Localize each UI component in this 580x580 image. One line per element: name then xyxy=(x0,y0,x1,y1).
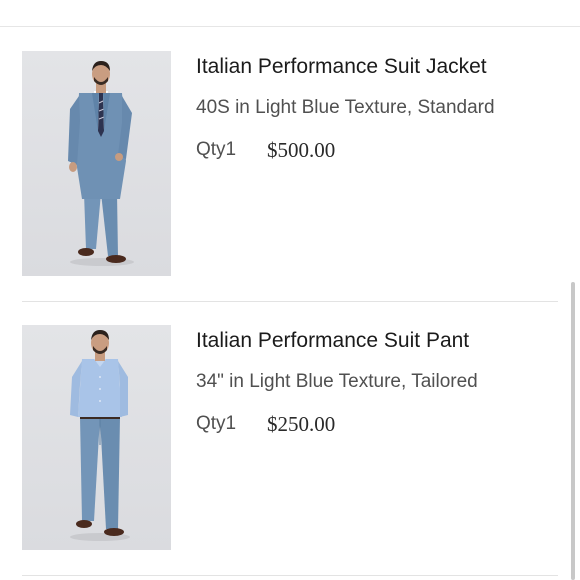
item-divider xyxy=(22,301,558,302)
suit-jacket-photo-icon xyxy=(68,61,134,266)
product-title[interactable]: Italian Performance Suit Jacket xyxy=(196,55,487,79)
product-variant: 34" in Light Blue Texture, Tailored xyxy=(196,371,478,392)
top-divider xyxy=(0,26,580,27)
product-price: $500.00 xyxy=(267,138,336,162)
quantity-label: Qty1 xyxy=(196,413,237,434)
product-image-suit-jacket[interactable] xyxy=(22,51,171,276)
product-title[interactable]: Italian Performance Suit Pant xyxy=(196,329,469,353)
quantity-label: Qty1 xyxy=(196,139,237,160)
product-price: $250.00 xyxy=(267,412,336,436)
vertical-scrollbar[interactable] xyxy=(571,282,575,580)
item-divider-bottom xyxy=(22,575,558,576)
suit-pant-photo-icon xyxy=(70,330,130,541)
product-image-suit-pant[interactable] xyxy=(22,325,171,550)
product-variant: 40S in Light Blue Texture, Standard xyxy=(196,97,495,118)
